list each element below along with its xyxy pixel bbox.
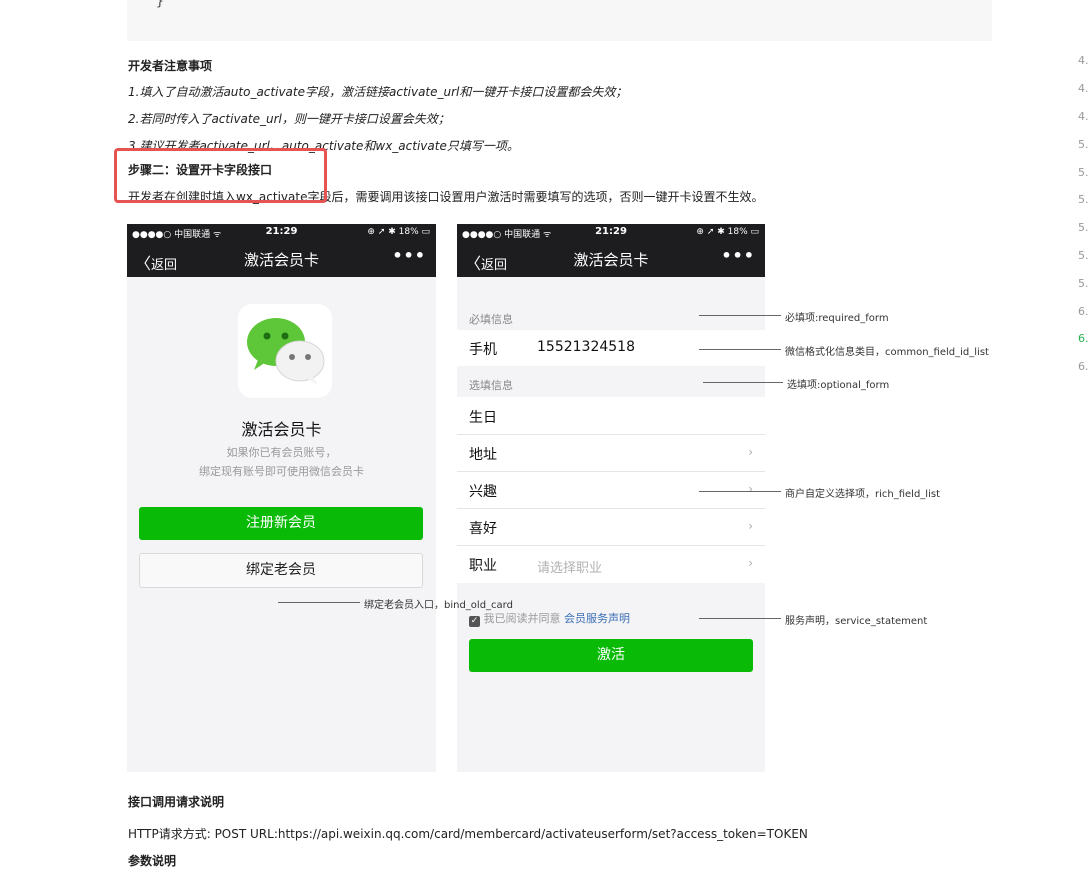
- field-row-occupation[interactable]: 职业 请选择职业 ›: [457, 546, 765, 582]
- line-number: 6.: [1078, 332, 1089, 345]
- checkbox-checked-icon[interactable]: ✓: [469, 616, 480, 627]
- register-button[interactable]: 注册新会员: [139, 507, 423, 540]
- annotation-line: [699, 315, 781, 316]
- line-number: 4.: [1078, 82, 1089, 95]
- field-row-birthday[interactable]: 生日: [457, 397, 765, 434]
- line-number: 5.: [1078, 249, 1089, 262]
- line-number: 6.: [1078, 305, 1089, 318]
- annotation-line: [699, 491, 781, 492]
- annotation-optional-form: 选填项:optional_form: [787, 380, 890, 391]
- highlight-box: [114, 148, 327, 203]
- notes-heading: 开发者注意事项: [128, 59, 213, 73]
- annotation-bind-old-card: 绑定老会员入口，bind_old_card: [364, 600, 513, 611]
- api-heading: 接口调用请求说明: [128, 795, 225, 809]
- chevron-right-icon: ›: [748, 445, 753, 459]
- code-block: }: [127, 0, 992, 41]
- phone-screen-bind: ●●●●○ 中国联通 ᯤ 21:29 ⊕ ➚ ✱ 18% ▭ 〈返回 激活会员卡…: [127, 224, 436, 772]
- annotation-rich-field: 商户自定义选择项，rich_field_list: [785, 489, 940, 500]
- phone-value: 15521324518: [537, 339, 635, 355]
- code-closing-brace: }: [156, 0, 164, 9]
- agreement-row[interactable]: ✓ 我已阅读并同意 会员服务声明: [469, 610, 630, 627]
- api-http-line: HTTP请求方式: POST URL:https://api.weixin.qq…: [128, 827, 808, 841]
- line-number: 5.: [1078, 277, 1089, 290]
- nav-title: 激活会员卡: [573, 251, 649, 269]
- line-number: 6.: [1078, 360, 1089, 373]
- field-label: 喜好: [469, 521, 497, 537]
- annotation-line: [278, 602, 360, 603]
- field-row-preference[interactable]: 喜好 ›: [457, 509, 765, 545]
- phone-label: 手机: [469, 342, 497, 358]
- line-number: 5.: [1078, 221, 1089, 234]
- card-desc-line2: 绑定现有账号即可使用微信会员卡: [199, 465, 364, 478]
- agree-text: 我已阅读并同意: [483, 612, 561, 625]
- params-heading: 参数说明: [128, 854, 177, 868]
- line-number: 5.: [1078, 193, 1089, 206]
- status-right: ⊕ ➚ ✱ 18% ▭: [367, 227, 430, 237]
- annotation-service-statement: 服务声明，service_statement: [785, 616, 928, 627]
- more-icon[interactable]: •••: [721, 246, 755, 265]
- phone-screen-activate: ●●●●○ 中国联通 ᯤ 21:29 ⊕ ➚ ✱ 18% ▭ 〈返回 激活会员卡…: [457, 224, 765, 772]
- annotation-line: [699, 618, 781, 619]
- field-label: 地址: [469, 447, 497, 463]
- card-title: 激活会员卡: [241, 420, 322, 439]
- annotation-line: [699, 349, 781, 350]
- nav-bar: 〈返回 激活会员卡 •••: [457, 242, 765, 277]
- wechat-logo: [238, 304, 332, 398]
- card-desc-line1: 如果你已有会员账号，: [226, 446, 337, 459]
- nav-bar: 〈返回 激活会员卡 •••: [127, 242, 436, 277]
- field-row-address[interactable]: 地址 ›: [457, 435, 765, 471]
- field-label: 生日: [469, 410, 497, 426]
- more-icon[interactable]: •••: [392, 246, 426, 265]
- bind-old-member-button[interactable]: 绑定老会员: [139, 553, 423, 588]
- field-label: 兴趣: [469, 484, 497, 500]
- line-number: 5.: [1078, 138, 1089, 151]
- chevron-right-icon: ›: [748, 556, 753, 570]
- field-row-interest[interactable]: 兴趣 ›: [457, 472, 765, 508]
- optional-section-label: 选填信息: [469, 379, 513, 392]
- field-label: 职业: [469, 558, 497, 574]
- status-bar: ●●●●○ 中国联通 ᯤ 21:29 ⊕ ➚ ✱ 18% ▭: [127, 224, 436, 242]
- annotation-required-form: 必填项:required_form: [785, 313, 889, 324]
- nav-title: 激活会员卡: [243, 251, 319, 269]
- phone-field-row[interactable]: 手机 15521324518: [457, 330, 765, 366]
- note-item-1: 1.填入了自动激活auto_activate字段，激活链接activate_ur…: [128, 85, 628, 99]
- annotation-common-field: 微信格式化信息类目，common_field_id_list: [785, 347, 989, 358]
- line-number: 4.: [1078, 110, 1089, 123]
- required-section-label: 必填信息: [469, 313, 513, 326]
- status-right: ⊕ ➚ ✱ 18% ▭: [696, 227, 759, 237]
- line-number: 5.: [1078, 166, 1089, 179]
- annotation-line: [703, 382, 783, 383]
- service-statement-link[interactable]: 会员服务声明: [564, 612, 630, 625]
- wechat-icon: [247, 318, 325, 385]
- activate-button[interactable]: 激活: [469, 639, 753, 672]
- optional-fields-list: 生日 地址 › 兴趣 › 喜好 › 职业 请选择职业 ›: [457, 397, 765, 583]
- note-item-2: 2.若同时传入了activate_url，则一键开卡接口设置会失效；: [128, 112, 450, 126]
- line-number: 4.: [1078, 54, 1089, 67]
- chevron-right-icon: ›: [748, 519, 753, 533]
- status-bar: ●●●●○ 中国联通 ᯤ 21:29 ⊕ ➚ ✱ 18% ▭: [457, 224, 765, 242]
- occupation-placeholder: 请选择职业: [537, 561, 603, 576]
- chevron-right-icon: ›: [748, 482, 753, 496]
